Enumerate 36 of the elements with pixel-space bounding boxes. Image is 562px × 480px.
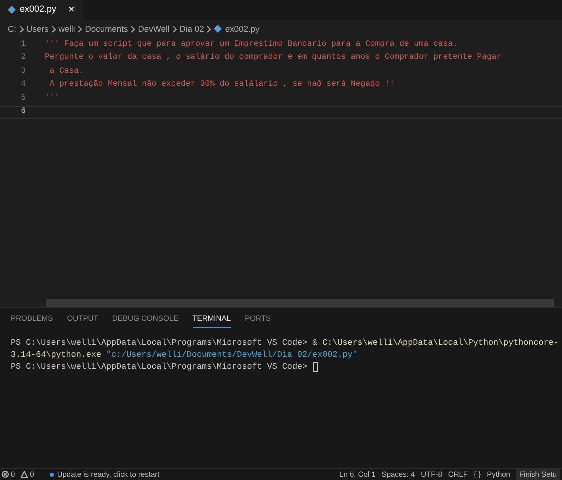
chevron-icon xyxy=(20,26,24,32)
code-text: ''' Faça um script que para aprovar um Emprestimo Bancario para a Compra de uma casa. xyxy=(45,38,458,51)
warning-icon[interactable] xyxy=(21,471,28,478)
chevron-icon xyxy=(172,26,177,32)
breadcrumb-item[interactable]: Users xyxy=(26,22,49,36)
terminal-text: & xyxy=(312,337,319,350)
file-tab[interactable]: ex002.py × xyxy=(0,0,83,20)
line-number: 6 xyxy=(20,106,27,118)
breadcrumb-item[interactable]: DevWell xyxy=(138,22,170,36)
breadcrumb-item[interactable]: welli xyxy=(58,22,76,36)
terminal-text: PS C:\Users\welli\AppData\Local\Programs\Microsoft VS Code> xyxy=(11,337,309,350)
terminal-text: C:\Users\welli\AppData\Local\Python\pythoncore- xyxy=(322,337,559,350)
scrollbar[interactable] xyxy=(46,299,554,307)
terminal-text: PS C:\Users\welli\AppData\Local\Programs\Microsoft VS Code> xyxy=(11,361,309,374)
breadcrumb-item[interactable]: C: xyxy=(8,22,16,36)
line-number: 5 xyxy=(20,92,27,105)
error-icon[interactable] xyxy=(2,471,9,478)
chevron-icon xyxy=(78,26,82,32)
chevron-icon xyxy=(52,26,56,32)
code-text: Pergunte o valor da casa , o salário do comprador e em quantos anos o Comprador pretente Pagar xyxy=(45,52,502,64)
breadcrumb-item[interactable]: Dia 02 xyxy=(180,22,204,36)
code-text: A prestação Mensal não exceder 30% do salálario , se naõ será Negado !! xyxy=(48,79,395,92)
line-number: 4 xyxy=(20,79,27,92)
breadcrumb-item[interactable]: Documents xyxy=(85,22,128,36)
line-number: 2 xyxy=(20,52,27,64)
code-text: a Casa. xyxy=(48,66,84,78)
close-icon[interactable]: × xyxy=(68,2,75,18)
breadcrumb-item[interactable]: ex002.py xyxy=(225,22,260,36)
line-number: 3 xyxy=(20,66,27,78)
terminal-text: "c:/Users/welli/Documents/DevWell/Dia 02/ex002.py" xyxy=(106,349,358,362)
chevron-icon xyxy=(207,26,212,32)
terminal-cursor xyxy=(312,362,318,372)
code-text: ''' xyxy=(45,92,60,105)
chevron-icon xyxy=(131,26,136,32)
terminal-text: 3.14-64\python.exe xyxy=(11,349,102,362)
line-number: 1 xyxy=(20,38,27,51)
